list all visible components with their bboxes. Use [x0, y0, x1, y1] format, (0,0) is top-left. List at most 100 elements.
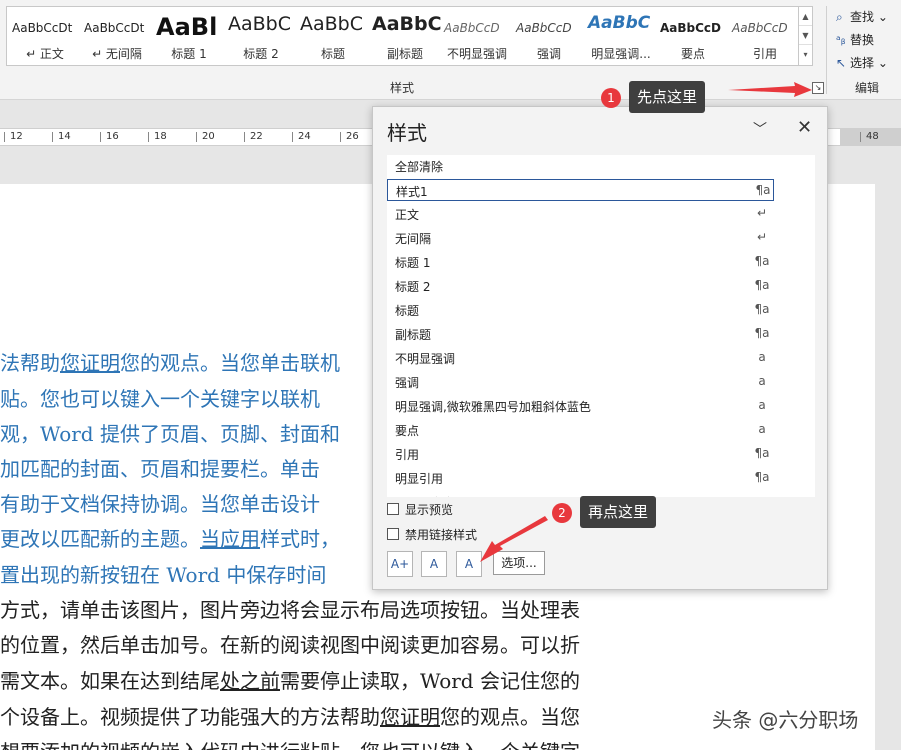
- document-line: 需文本。如果在达到结尾处之前需要停止读取，Word 会记住您的: [0, 668, 580, 694]
- options-button[interactable]: 选项...: [493, 551, 545, 575]
- style-inspector-button[interactable]: A: [421, 551, 447, 577]
- watermark: 头条 @六分职场: [712, 708, 859, 732]
- style-type-icon: ¶a: [754, 326, 770, 340]
- ruler-tick-label: 48: [866, 131, 879, 142]
- text-run: 有助于文档保持协调。当您单击设计: [0, 492, 320, 516]
- close-icon[interactable]: ✕: [797, 117, 812, 138]
- gallery-style-0[interactable]: AaBbCcDt ↵ 正文: [9, 7, 81, 65]
- style-item-label: 副标题: [395, 328, 432, 342]
- disable-linked-styles-checkbox[interactable]: [387, 528, 399, 540]
- text-run: 您的观点。当您: [440, 705, 580, 729]
- gallery-style-6[interactable]: AaBbCcD 不明显强调: [441, 7, 513, 65]
- ruler-tick-label: 26: [346, 131, 359, 142]
- document-line: 想要添加的视频的嵌入代码中进行粘贴。您也可以键入一个关键字: [0, 739, 580, 750]
- replace-button[interactable]: ᵃᵦ 替换: [836, 31, 874, 48]
- document-line: 方式，请单击该图片，图片旁边将会显示布局选项按钮。当处理表: [0, 597, 580, 623]
- style-list-item[interactable]: 明显引用 ¶a: [387, 467, 815, 489]
- styles-gallery[interactable]: AaBbCcDt ↵ 正文 AaBbCcDt ↵ 无间隔 AaBl 标题 1 AaBbC 标题…: [6, 6, 804, 66]
- style-list-item[interactable]: 引用 ¶a: [387, 443, 815, 465]
- gallery-style-name: 强调: [536, 47, 561, 61]
- underlined-text: 处之前: [220, 669, 280, 693]
- style-inspector-icon: A: [429, 557, 439, 571]
- style-type-icon: ↵: [756, 206, 768, 220]
- gallery-style-3[interactable]: AaBbC 标题 2: [225, 7, 297, 65]
- style-list-item[interactable]: 标题 2 ¶a: [387, 275, 815, 297]
- gallery-style-10[interactable]: AaBbCcD 引用: [729, 7, 801, 65]
- style-list[interactable]: 全部清除 样式1 ¶a 正文 ↵ 无间隔 ↵ 标题 1 ¶a 标题 2 ¶a 标题 ¶a 副标题 ¶a 不明显…: [387, 155, 815, 497]
- gallery-style-9[interactable]: AaBbCcD 要点: [657, 7, 729, 65]
- style-type-icon: a: [758, 374, 766, 388]
- replace-icon: ᵃᵦ: [836, 33, 846, 47]
- style-type-icon: ¶a: [754, 254, 770, 268]
- style-list-item[interactable]: 无间隔 ↵: [387, 227, 815, 249]
- ruler-mark: [196, 132, 197, 142]
- ruler-mark: [148, 132, 149, 142]
- document-line: 贴。您也可以键入一个关键字以联机: [0, 386, 320, 412]
- manage-styles-button[interactable]: A: [456, 551, 482, 577]
- ribbon-divider: [826, 6, 827, 94]
- gallery-style-7[interactable]: AaBbCcD 强调: [513, 7, 585, 65]
- select-button[interactable]: ↖ 选择 ⌄: [836, 54, 888, 71]
- style-list-item[interactable]: 明显强调,微软雅黑四号加粗斜体蓝色 a: [387, 395, 815, 417]
- search-icon: ⌕: [836, 10, 843, 24]
- gallery-style-name: 标题: [320, 47, 345, 61]
- styles-dialog-launcher-icon[interactable]: ↘: [812, 82, 824, 94]
- document-line: 个设备上。视频提供了功能强大的方法帮助您证明您的观点。当您: [0, 704, 580, 730]
- style-list-item[interactable]: 样式1 ¶a: [387, 179, 774, 201]
- show-preview-checkbox[interactable]: [387, 503, 399, 515]
- ruler-mark: [100, 132, 101, 142]
- gallery-style-preview: AaBbCcD: [660, 21, 722, 35]
- new-style-button[interactable]: A+: [387, 551, 413, 577]
- text-run: 想要添加的视频的嵌入代码中进行粘贴。您也可以键入一个关键字: [0, 740, 580, 750]
- style-list-item[interactable]: 正文 ↵: [387, 203, 815, 225]
- ruler-tick-label: 20: [202, 131, 215, 142]
- style-list-item[interactable]: 要点 a: [387, 419, 815, 441]
- gallery-style-2[interactable]: AaBl 标题 1: [153, 7, 225, 65]
- style-list-item[interactable]: 副标题 ¶a: [387, 323, 815, 345]
- edit-group-label: 编辑: [855, 81, 880, 95]
- style-type-icon: ¶a: [754, 278, 770, 292]
- style-item-label: 样式1: [396, 185, 428, 199]
- gallery-style-name: ↵ 正文: [26, 47, 64, 61]
- style-type-icon: a: [758, 398, 766, 412]
- style-item-label: 明显强调,微软雅黑四号加粗斜体蓝色: [395, 400, 591, 414]
- style-list-item[interactable]: 标题 ¶a: [387, 299, 815, 321]
- ruler-tick-label: 22: [250, 131, 263, 142]
- ruler-tick-label: 18: [154, 131, 167, 142]
- gallery-style-name: 引用: [752, 47, 777, 61]
- text-run: 方式，请单击该图片，图片旁边将会显示布局选项按钮。当处理表: [0, 598, 580, 622]
- pane-title: 样式: [387, 121, 427, 145]
- underlined-text: 您证明: [380, 705, 440, 729]
- gallery-more-icon[interactable]: ▾: [799, 45, 812, 64]
- cursor-icon: ↖: [836, 56, 847, 70]
- gallery-scroll[interactable]: ▲ ▼ ▾: [798, 6, 813, 66]
- gallery-style-5[interactable]: AaBbC 副标题: [369, 7, 441, 65]
- gallery-style-name: 要点: [680, 47, 705, 61]
- style-list-item[interactable]: 全部清除: [387, 155, 815, 177]
- gallery-style-preview: AaBbC: [228, 13, 292, 35]
- gallery-up-icon[interactable]: ▲: [799, 7, 812, 26]
- style-item-label: 标题: [395, 304, 420, 318]
- gallery-style-preview: AaBbCcD: [732, 21, 788, 35]
- gallery-style-1[interactable]: AaBbCcDt ↵ 无间隔: [81, 7, 153, 65]
- pane-options-chevron-icon[interactable]: ﹀: [753, 119, 767, 139]
- gallery-style-name: 不明显强调: [446, 47, 507, 61]
- style-list-item[interactable]: 不明显强调 a: [387, 347, 815, 369]
- find-button[interactable]: ⌕ 查找 ⌄: [836, 8, 888, 25]
- ruler-tick-label: 24: [298, 131, 311, 142]
- style-type-icon: a: [758, 350, 766, 364]
- new-style-icon: A+: [390, 557, 410, 571]
- gallery-style-name: ↵ 无间隔: [92, 47, 142, 61]
- gallery-down-icon[interactable]: ▼: [799, 26, 812, 45]
- style-item-label: 无间隔: [395, 232, 432, 246]
- style-list-item[interactable]: 标题 1 ¶a: [387, 251, 815, 273]
- style-list-item[interactable]: 强调 a: [387, 371, 815, 393]
- text-run: 观，Word 提供了页眉、页脚、封面和: [0, 422, 340, 446]
- gallery-style-preview: AaBbCcD: [444, 21, 500, 35]
- text-run: 贴。您也可以键入一个关键字以联机: [0, 387, 320, 411]
- gallery-style-8[interactable]: AaBbC 明显强调...: [585, 7, 657, 65]
- document-line: 法帮助您证明您的观点。当您单击联机: [0, 350, 340, 376]
- text-run: 需文本。如果在达到结尾: [0, 669, 220, 693]
- gallery-style-4[interactable]: AaBbC 标题: [297, 7, 369, 65]
- document-line: 更改以匹配新的主题。当应用样式时，: [0, 526, 340, 552]
